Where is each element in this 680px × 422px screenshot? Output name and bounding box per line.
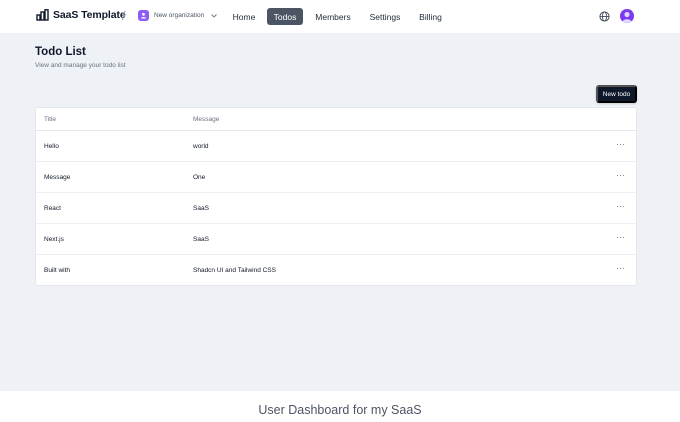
brand-name: SaaS Template [53,9,126,21]
organization-avatar-icon [138,10,149,21]
globe-icon[interactable] [599,11,610,22]
table-row[interactable]: Message One ··· [36,162,636,193]
user-avatar-icon[interactable] [620,9,634,23]
table-row[interactable]: React SaaS ··· [36,193,636,224]
organization-switcher[interactable]: New organization [138,10,218,21]
todo-title: Built with [44,267,71,274]
nav-todos[interactable]: Todos [267,8,303,25]
row-actions-icon[interactable]: ··· [616,140,626,149]
todo-message: SaaS [193,205,209,212]
table-header: Title Message [36,108,636,131]
page-subtitle: View and manage your todo list [35,62,126,69]
page-title: Todo List [35,46,86,58]
todo-table: Title Message Hello world ··· Message On… [35,107,637,286]
row-actions-icon[interactable]: ··· [616,202,626,211]
organization-name: New organization [154,12,205,19]
table-row[interactable]: Next.js SaaS ··· [36,224,636,255]
todo-title: Message [44,174,71,181]
table-row[interactable]: Hello world ··· [36,131,636,162]
bar-chart-icon [36,9,49,21]
todo-message: One [193,174,206,181]
nav-billing[interactable]: Billing [415,8,446,25]
todo-message: Shadcn UI and Tailwind CSS [193,267,276,274]
nav-home[interactable]: Home [228,8,260,25]
row-actions-icon[interactable]: ··· [616,264,626,273]
image-caption: User Dashboard for my SaaS [258,403,422,417]
todo-title: Next.js [44,236,64,243]
row-actions-icon[interactable]: ··· [616,233,626,242]
nav-members[interactable]: Members [311,8,355,25]
brand[interactable]: SaaS Template [36,9,126,21]
todo-title: Hello [44,143,59,150]
row-actions-icon[interactable]: ··· [616,171,626,180]
new-todo-button[interactable]: New todo [596,85,637,103]
chevron-down-icon [211,13,218,18]
column-header-title[interactable]: Title [44,116,56,123]
table-row[interactable]: Built with Shadcn UI and Tailwind CSS ··… [36,255,636,286]
app-window: SaaS Template / New organization Home To… [0,0,680,391]
todo-message: world [193,143,209,150]
todo-title: React [44,205,61,212]
nav-settings[interactable]: Settings [364,8,406,25]
todo-message: SaaS [193,236,209,243]
breadcrumb-separator: / [122,8,126,23]
column-header-message[interactable]: Message [193,116,219,123]
top-navigation-bar: SaaS Template / New organization Home To… [0,0,680,33]
